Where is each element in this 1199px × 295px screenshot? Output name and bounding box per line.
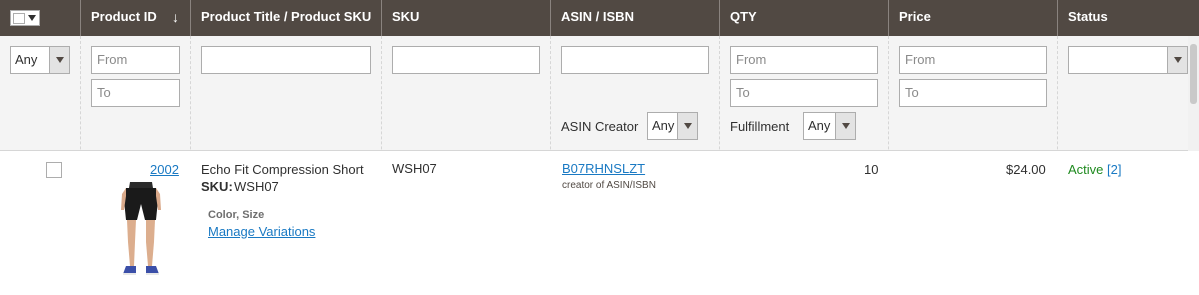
asin-creator-label: ASIN Creator [561, 119, 639, 134]
price-cell: $24.00 [1006, 162, 1046, 177]
filter-scrollbar[interactable] [1188, 36, 1199, 151]
chevron-down-icon [677, 113, 697, 139]
status-filter-select[interactable] [1068, 46, 1188, 74]
price-from-input[interactable]: From [899, 46, 1047, 74]
column-header-label: SKU [392, 9, 420, 24]
status-cell: Active [1068, 162, 1104, 177]
chevron-down-icon [49, 47, 69, 73]
scrollbar-thumb[interactable] [1190, 44, 1197, 104]
sort-descending-icon: ↓ [172, 9, 179, 25]
massaction-filter-value: Any [15, 52, 38, 67]
asin-creator-value: Any [652, 118, 675, 133]
product-id-from-input[interactable]: From [91, 46, 180, 74]
massaction-filter-select[interactable]: Any [10, 46, 70, 74]
title-filter-input[interactable] [201, 46, 371, 74]
column-header-label: Status [1068, 9, 1108, 24]
qty-to-input[interactable]: To [730, 79, 878, 107]
column-header-price[interactable]: Price [889, 0, 1057, 36]
product-grid: Product ID ↓ Product Title / Product SKU… [0, 0, 1199, 295]
product-sku-inline: WSH07 [234, 179, 279, 194]
column-header-label: QTY [730, 9, 757, 24]
column-header-label: ASIN / ISBN [561, 9, 634, 24]
column-header-qty[interactable]: QTY [720, 0, 888, 36]
manage-variations-link[interactable]: Manage Variations [208, 224, 315, 239]
product-title: Echo Fit Compression Short [201, 162, 364, 177]
fulfillment-label: Fulfillment [730, 119, 790, 134]
column-header-asin[interactable]: ASIN / ISBN [551, 0, 719, 36]
fulfillment-select[interactable]: Any [803, 112, 856, 140]
fulfillment-value: Any [808, 118, 831, 133]
product-id-link[interactable]: 2002 [150, 162, 179, 177]
product-id-to-input[interactable]: To [91, 79, 180, 107]
product-sku-label: SKU: [201, 179, 233, 194]
asin-creator-select[interactable]: Any [647, 112, 698, 140]
column-header-label: Product ID [91, 9, 157, 24]
variation-attributes: Color, Size [208, 209, 265, 221]
column-header-title-sku[interactable]: Product Title / Product SKU [191, 0, 381, 36]
column-header-product-id[interactable]: Product ID ↓ [81, 0, 190, 36]
chevron-down-icon [835, 113, 855, 139]
product-thumbnail[interactable] [112, 180, 170, 282]
mass-select-checkbox[interactable] [13, 13, 25, 24]
sku-cell: WSH07 [392, 161, 437, 176]
column-header-sku[interactable]: SKU [382, 0, 550, 36]
asin-link[interactable]: B07RHNSLZT [562, 161, 645, 176]
sku-filter-input[interactable] [392, 46, 540, 74]
column-header-label: Price [899, 9, 931, 24]
qty-cell: 10 [864, 162, 879, 177]
chevron-down-icon [28, 15, 36, 21]
column-header-status[interactable]: Status [1058, 0, 1188, 36]
status-count-link[interactable]: [2] [1107, 162, 1121, 177]
price-to-input[interactable]: To [899, 79, 1047, 107]
filter-row: Any From To ASIN Creator Any From To Ful… [0, 36, 1199, 151]
mass-select-dropdown[interactable] [10, 10, 40, 26]
asin-creator-note: creator of ASIN/ISBN [562, 180, 656, 191]
column-header-label: Product Title / Product SKU [201, 9, 372, 24]
qty-from-input[interactable]: From [730, 46, 878, 74]
chevron-down-icon [1167, 47, 1187, 73]
grid-header: Product ID ↓ Product Title / Product SKU… [0, 0, 1199, 36]
row-select-checkbox[interactable] [46, 162, 62, 178]
asin-filter-input[interactable] [561, 46, 709, 74]
